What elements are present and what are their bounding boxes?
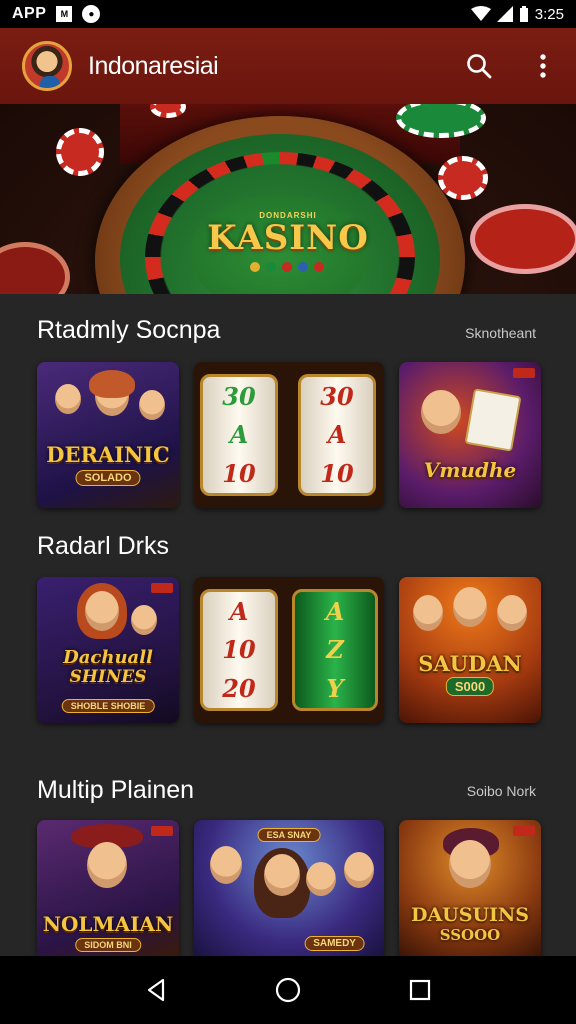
reel-symbol: A [325,596,345,626]
character-face [453,587,487,627]
app-bar: Indonaresiai [0,28,576,104]
home-icon [275,977,301,1003]
search-icon [467,54,492,79]
character-face [131,605,157,635]
character-face [210,846,242,884]
hero-title: KASINO [207,218,369,258]
slot-reels-tile[interactable]: A 10 20 A Z Y [194,577,384,723]
tile-title: SAMEDY [304,936,365,951]
character-face [85,591,119,631]
slot-reel: 30 A 10 [298,374,376,496]
character-face [497,595,527,631]
section-link[interactable]: Sknotheant [465,325,536,341]
recents-icon [409,979,431,1001]
reel-symbol: 10 [222,635,256,665]
status-bar: APP M ● 3:25 [0,0,576,28]
wifi-icon [470,6,491,21]
section-title: Rtadmly Socnpa [37,316,221,344]
reel-symbol: Y [326,674,344,704]
character-face [264,854,300,896]
more-vert-icon [540,54,546,78]
system-nav-bar [0,956,576,1024]
tile-title: DAUSUINS [410,904,530,926]
reel-symbol: A [229,596,249,626]
tile-badge [151,826,173,836]
tile-subtitle: SIDOM BNI [75,938,141,952]
app-title: Indonaresiai [88,51,219,80]
tile-subtitle: SOLADO [75,470,141,486]
signal-icon [496,6,513,22]
tile-subtitle: S000 [445,677,495,696]
character-face [413,595,443,631]
tile-badge [513,368,535,378]
tile-subtitle: SHOBLE SHOBIE [61,699,155,713]
search-button[interactable] [462,49,496,83]
slot-reel: A Z Y [292,589,378,711]
tile-badge: ESA SNAY [257,828,321,842]
character-face [449,840,491,888]
reel-symbol: A [327,420,347,450]
character-face [139,390,165,420]
slot-reel: A 10 20 [200,589,278,711]
notification-icon: M [56,6,73,22]
game-tile[interactable]: NOLMAIAN SIDOM BNI [37,820,179,956]
tile-subtitle: SSOOO [439,926,501,944]
reel-symbol: 20 [222,674,256,704]
game-tile[interactable]: SAUDAN S000 [399,577,541,723]
section-title: Multip Plainen [37,776,195,804]
game-tile[interactable]: Dachuall SHINES SHOBLE SHOBIE [37,577,179,723]
tile-title: Vmudhe [423,458,517,482]
slot-reels-tile[interactable]: 30 A 10 30 A 10 [194,362,384,508]
reel-symbol: 10 [320,459,354,489]
tile-badge [513,826,535,836]
section-title: Radarl Drks [37,532,169,560]
tile-title: NOLMAIAN [42,912,174,936]
home-button[interactable] [268,970,308,1010]
tile-badge [151,583,173,593]
tile-title-line2: SHINES [69,667,147,687]
game-tile[interactable]: DAUSUINS SSOOO [399,820,541,956]
battery-icon [519,6,528,22]
sync-icon: ● [82,5,101,23]
poker-chip-icon [438,156,488,200]
game-tile[interactable]: ESA SNAY SAMEDY [194,820,384,956]
character-face [306,862,336,896]
reel-symbol: 30 [320,381,354,411]
status-time: 3:25 [534,5,564,23]
character-face [421,390,461,434]
reel-symbol: 10 [222,459,256,489]
back-button[interactable] [136,970,176,1010]
card-icon [464,388,522,452]
tile-title: DERAINIC [46,442,170,467]
game-tile[interactable]: DERAINIC SOLADO [37,362,179,508]
game-tile[interactable]: Vmudhe [399,362,541,508]
character-face [344,852,374,888]
character-face [55,384,81,414]
reel-symbol: Z [326,635,344,665]
back-icon [147,978,165,1002]
reel-symbol: 30 [222,381,256,411]
avatar[interactable] [22,41,72,91]
character-face [87,842,127,888]
recents-button[interactable] [400,970,440,1010]
poker-chip-icon [56,128,104,176]
hero-decoration-dots [250,262,324,272]
more-options-button[interactable] [526,49,560,83]
reel-symbol: A [229,420,249,450]
status-app-label: APP [12,5,47,22]
section-link[interactable]: Soibo Nork [467,783,536,799]
slot-reel: 30 A 10 [200,374,278,496]
tile-title: SAUDAN [418,651,522,676]
tile-title: Dachuall [63,647,153,668]
